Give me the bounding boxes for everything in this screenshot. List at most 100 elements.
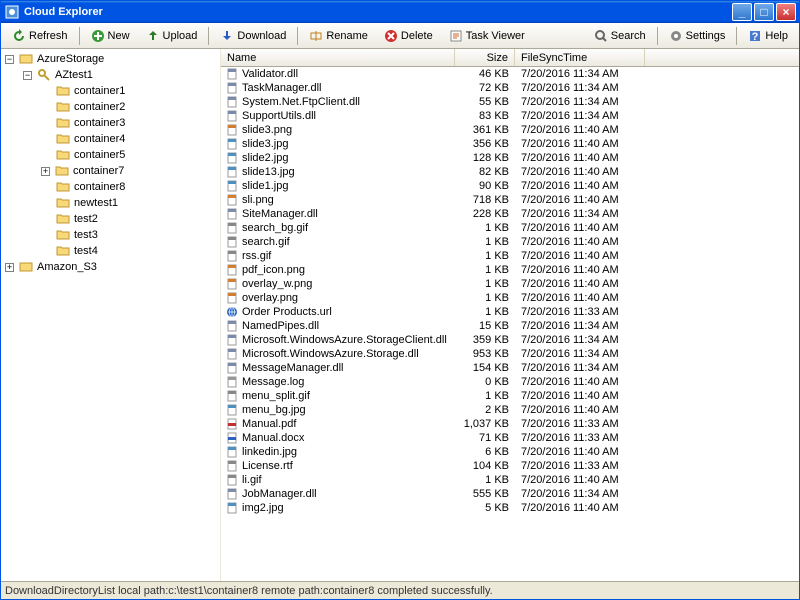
download-button[interactable]: Download	[213, 26, 293, 46]
file-name: slide2.jpg	[242, 152, 288, 164]
refresh-button[interactable]: Refresh	[5, 26, 75, 46]
tree-node-container8[interactable]: container8	[3, 179, 218, 195]
tree-node-test3[interactable]: test3	[3, 227, 218, 243]
col-size[interactable]: Size	[455, 49, 515, 66]
close-button[interactable]: ×	[776, 3, 796, 21]
file-name: pdf_icon.png	[242, 264, 305, 276]
tree-node-container5[interactable]: container5	[3, 147, 218, 163]
file-size: 228 KB	[455, 208, 515, 220]
tree-node-container2[interactable]: container2	[3, 99, 218, 115]
tree-node-test2[interactable]: test2	[3, 211, 218, 227]
file-time: 7/20/2016 11:40 AM	[515, 502, 645, 514]
list-item[interactable]: slide13.jpg82 KB7/20/2016 11:40 AM	[221, 165, 799, 179]
list-item[interactable]: linkedin.jpg6 KB7/20/2016 11:40 AM	[221, 445, 799, 459]
file-icon	[225, 109, 239, 123]
tree-node-azurestorage[interactable]: −AzureStorage	[3, 51, 218, 67]
expander-icon[interactable]: −	[23, 71, 32, 80]
folder-icon	[55, 211, 71, 227]
file-time: 7/20/2016 11:40 AM	[515, 376, 645, 388]
toolbar: Refresh New Upload Download Rename Delet…	[1, 23, 799, 49]
file-size: 1 KB	[455, 292, 515, 304]
list-item[interactable]: search.gif1 KB7/20/2016 11:40 AM	[221, 235, 799, 249]
list-item[interactable]: sli.png718 KB7/20/2016 11:40 AM	[221, 193, 799, 207]
list-item[interactable]: SupportUtils.dll83 KB7/20/2016 11:34 AM	[221, 109, 799, 123]
tree-node-container7[interactable]: +container7	[3, 163, 218, 179]
new-button[interactable]: New	[84, 26, 137, 46]
tree-node-amazon-s3[interactable]: +Amazon_S3	[3, 259, 218, 275]
task-viewer-button[interactable]: Task Viewer	[442, 26, 532, 46]
file-time: 7/20/2016 11:40 AM	[515, 152, 645, 164]
list-item[interactable]: TaskManager.dll72 KB7/20/2016 11:34 AM	[221, 81, 799, 95]
file-icon	[225, 95, 239, 109]
file-icon	[225, 235, 239, 249]
list-item[interactable]: slide3.png361 KB7/20/2016 11:40 AM	[221, 123, 799, 137]
file-time: 7/20/2016 11:34 AM	[515, 362, 645, 374]
list-item[interactable]: Order Products.url1 KB7/20/2016 11:33 AM	[221, 305, 799, 319]
list-item[interactable]: slide2.jpg128 KB7/20/2016 11:40 AM	[221, 151, 799, 165]
list-item[interactable]: License.rtf104 KB7/20/2016 11:33 AM	[221, 459, 799, 473]
file-time: 7/20/2016 11:40 AM	[515, 180, 645, 192]
list-item[interactable]: Manual.pdf1,037 KB7/20/2016 11:33 AM	[221, 417, 799, 431]
list-item[interactable]: slide1.jpg90 KB7/20/2016 11:40 AM	[221, 179, 799, 193]
tree-panel[interactable]: −AzureStorage −AZtest1 container1 contai…	[1, 49, 221, 581]
list-item[interactable]: MessageManager.dll154 KB7/20/2016 11:34 …	[221, 361, 799, 375]
list-item[interactable]: Microsoft.WindowsAzure.Storage.dll953 KB…	[221, 347, 799, 361]
list-item[interactable]: overlay.png1 KB7/20/2016 11:40 AM	[221, 291, 799, 305]
file-time: 7/20/2016 11:40 AM	[515, 222, 645, 234]
upload-button[interactable]: Upload	[139, 26, 205, 46]
list-item[interactable]: System.Net.FtpClient.dll55 KB7/20/2016 1…	[221, 95, 799, 109]
storage-icon	[18, 259, 34, 275]
file-icon	[225, 179, 239, 193]
file-icon	[225, 473, 239, 487]
list-item[interactable]: menu_split.gif1 KB7/20/2016 11:40 AM	[221, 389, 799, 403]
file-size: 1 KB	[455, 264, 515, 276]
file-size: 361 KB	[455, 124, 515, 136]
list-item[interactable]: NamedPipes.dll15 KB7/20/2016 11:34 AM	[221, 319, 799, 333]
col-time[interactable]: FileSyncTime	[515, 49, 645, 66]
tree-node-container4[interactable]: container4	[3, 131, 218, 147]
list-item[interactable]: menu_bg.jpg2 KB7/20/2016 11:40 AM	[221, 403, 799, 417]
list-item[interactable]: SiteManager.dll228 KB7/20/2016 11:34 AM	[221, 207, 799, 221]
list-item[interactable]: img2.jpg5 KB7/20/2016 11:40 AM	[221, 501, 799, 515]
tree-node-container1[interactable]: container1	[3, 83, 218, 99]
folder-icon	[54, 163, 70, 179]
list-item[interactable]: slide3.jpg356 KB7/20/2016 11:40 AM	[221, 137, 799, 151]
gear-icon	[669, 29, 683, 43]
expander-icon[interactable]: +	[5, 263, 14, 272]
file-time: 7/20/2016 11:40 AM	[515, 278, 645, 290]
minimize-button[interactable]: _	[732, 3, 752, 21]
tree-node-aztest1[interactable]: −AZtest1	[3, 67, 218, 83]
titlebar[interactable]: Cloud Explorer _ □ ×	[1, 1, 799, 23]
folder-icon	[55, 99, 71, 115]
list-header: Name Size FileSyncTime	[221, 49, 799, 67]
list-item[interactable]: overlay_w.png1 KB7/20/2016 11:40 AM	[221, 277, 799, 291]
tree-node-newtest1[interactable]: newtest1	[3, 195, 218, 211]
upload-icon	[146, 29, 160, 43]
col-name[interactable]: Name	[221, 49, 455, 66]
expander-icon[interactable]: −	[5, 55, 14, 64]
list-item[interactable]: li.gif1 KB7/20/2016 11:40 AM	[221, 473, 799, 487]
search-button[interactable]: Search	[587, 26, 653, 46]
list-item[interactable]: Message.log0 KB7/20/2016 11:40 AM	[221, 375, 799, 389]
list-item[interactable]: pdf_icon.png1 KB7/20/2016 11:40 AM	[221, 263, 799, 277]
list-item[interactable]: Microsoft.WindowsAzure.StorageClient.dll…	[221, 333, 799, 347]
file-icon	[225, 277, 239, 291]
maximize-button[interactable]: □	[754, 3, 774, 21]
list-item[interactable]: rss.gif1 KB7/20/2016 11:40 AM	[221, 249, 799, 263]
expander-icon[interactable]: +	[41, 167, 50, 176]
tree-node-container3[interactable]: container3	[3, 115, 218, 131]
svg-text:?: ?	[752, 31, 759, 43]
rename-button[interactable]: Rename	[302, 26, 375, 46]
file-icon	[225, 501, 239, 515]
list-body[interactable]: Validator.dll46 KB7/20/2016 11:34 AMTask…	[221, 67, 799, 581]
help-button[interactable]: ?Help	[741, 26, 795, 46]
file-name: sli.png	[242, 194, 274, 206]
settings-button[interactable]: Settings	[662, 26, 733, 46]
list-item[interactable]: Validator.dll46 KB7/20/2016 11:34 AM	[221, 67, 799, 81]
list-item[interactable]: search_bg.gif1 KB7/20/2016 11:40 AM	[221, 221, 799, 235]
file-time: 7/20/2016 11:34 AM	[515, 96, 645, 108]
delete-button[interactable]: Delete	[377, 26, 440, 46]
tree-node-test4[interactable]: test4	[3, 243, 218, 259]
list-item[interactable]: Manual.docx71 KB7/20/2016 11:33 AM	[221, 431, 799, 445]
list-item[interactable]: JobManager.dll555 KB7/20/2016 11:34 AM	[221, 487, 799, 501]
